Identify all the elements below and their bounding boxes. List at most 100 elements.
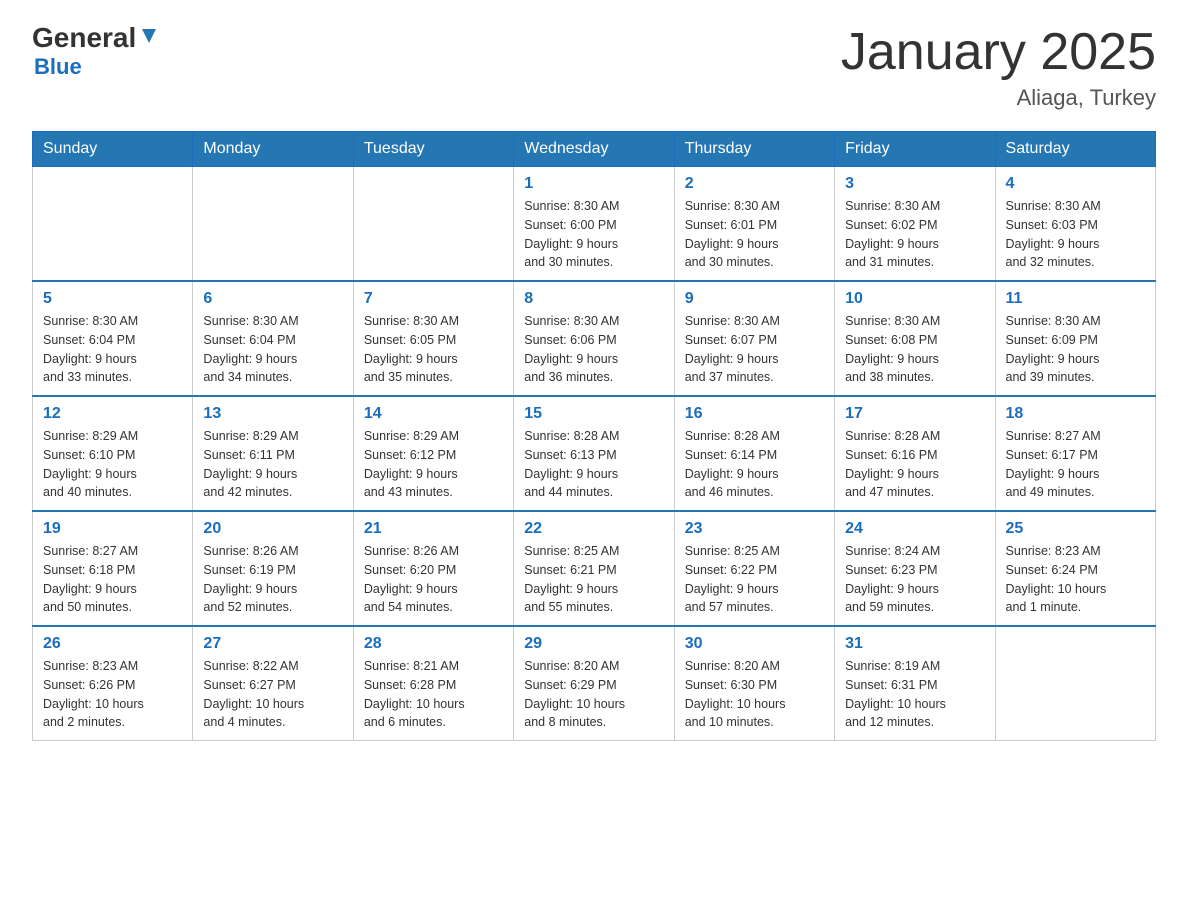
calendar-cell: 19 Sunrise: 8:27 AM Sunset: 6:18 PM Dayli… xyxy=(33,511,193,626)
day-info: Sunrise: 8:30 AM Sunset: 6:04 PM Dayligh… xyxy=(203,312,342,387)
day-info: Sunrise: 8:20 AM Sunset: 6:30 PM Dayligh… xyxy=(685,657,824,732)
calendar-header-thursday: Thursday xyxy=(674,132,834,167)
calendar-cell: 14 Sunrise: 8:29 AM Sunset: 6:12 PM Dayli… xyxy=(353,396,513,511)
day-number: 2 xyxy=(685,175,824,193)
calendar-week-row: 12 Sunrise: 8:29 AM Sunset: 6:10 PM Dayli… xyxy=(33,396,1156,511)
calendar-cell: 16 Sunrise: 8:28 AM Sunset: 6:14 PM Dayli… xyxy=(674,396,834,511)
logo-general: General xyxy=(32,24,136,52)
calendar-cell: 25 Sunrise: 8:23 AM Sunset: 6:24 PM Dayli… xyxy=(995,511,1155,626)
day-info: Sunrise: 8:25 AM Sunset: 6:22 PM Dayligh… xyxy=(685,542,824,617)
calendar-cell xyxy=(33,167,193,282)
day-number: 7 xyxy=(364,290,503,308)
calendar-cell: 4 Sunrise: 8:30 AM Sunset: 6:03 PM Daylig… xyxy=(995,167,1155,282)
day-info: Sunrise: 8:30 AM Sunset: 6:03 PM Dayligh… xyxy=(1006,197,1145,272)
day-number: 27 xyxy=(203,635,342,653)
calendar-week-row: 1Sunrise: 8:30 AM Sunset: 6:00 PM Daylig… xyxy=(33,167,1156,282)
day-info: Sunrise: 8:29 AM Sunset: 6:12 PM Dayligh… xyxy=(364,427,503,502)
day-info: Sunrise: 8:30 AM Sunset: 6:09 PM Dayligh… xyxy=(1006,312,1145,387)
day-number: 6 xyxy=(203,290,342,308)
day-number: 12 xyxy=(43,405,182,423)
day-number: 11 xyxy=(1006,290,1145,308)
day-info: Sunrise: 8:27 AM Sunset: 6:17 PM Dayligh… xyxy=(1006,427,1145,502)
calendar-cell: 24Sunrise: 8:24 AM Sunset: 6:23 PM Dayli… xyxy=(835,511,995,626)
day-number: 4 xyxy=(1006,175,1145,193)
day-number: 3 xyxy=(845,175,984,193)
day-number: 15 xyxy=(524,405,663,423)
day-number: 31 xyxy=(845,635,984,653)
day-number: 13 xyxy=(203,405,342,423)
day-number: 16 xyxy=(685,405,824,423)
calendar-cell: 23 Sunrise: 8:25 AM Sunset: 6:22 PM Dayli… xyxy=(674,511,834,626)
day-number: 20 xyxy=(203,520,342,538)
day-info: Sunrise: 8:22 AM Sunset: 6:27 PM Dayligh… xyxy=(203,657,342,732)
calendar-table: SundayMondayTuesdayWednesdayThursdayFrid… xyxy=(32,131,1156,741)
day-number: 5 xyxy=(43,290,182,308)
day-info: Sunrise: 8:30 AM Sunset: 6:00 PM Dayligh… xyxy=(524,197,663,272)
calendar-week-row: 19 Sunrise: 8:27 AM Sunset: 6:18 PM Dayli… xyxy=(33,511,1156,626)
calendar-cell: 21Sunrise: 8:26 AM Sunset: 6:20 PM Dayli… xyxy=(353,511,513,626)
day-info: Sunrise: 8:19 AM Sunset: 6:31 PM Dayligh… xyxy=(845,657,984,732)
logo: General Blue xyxy=(32,24,160,80)
calendar-header-saturday: Saturday xyxy=(995,132,1155,167)
day-number: 9 xyxy=(685,290,824,308)
calendar-cell xyxy=(353,167,513,282)
day-info: Sunrise: 8:30 AM Sunset: 6:04 PM Dayligh… xyxy=(43,312,182,387)
day-info: Sunrise: 8:21 AM Sunset: 6:28 PM Dayligh… xyxy=(364,657,503,732)
day-info: Sunrise: 8:28 AM Sunset: 6:16 PM Dayligh… xyxy=(845,427,984,502)
day-number: 8 xyxy=(524,290,663,308)
day-number: 19 xyxy=(43,520,182,538)
calendar-cell: 20 Sunrise: 8:26 AM Sunset: 6:19 PM Dayli… xyxy=(193,511,353,626)
day-info: Sunrise: 8:30 AM Sunset: 6:08 PM Dayligh… xyxy=(845,312,984,387)
day-number: 10 xyxy=(845,290,984,308)
calendar-cell: 3Sunrise: 8:30 AM Sunset: 6:02 PM Daylig… xyxy=(835,167,995,282)
calendar-cell: 15Sunrise: 8:28 AM Sunset: 6:13 PM Dayli… xyxy=(514,396,674,511)
calendar-cell: 17 Sunrise: 8:28 AM Sunset: 6:16 PM Dayli… xyxy=(835,396,995,511)
calendar-cell: 29Sunrise: 8:20 AM Sunset: 6:29 PM Dayli… xyxy=(514,626,674,741)
day-info: Sunrise: 8:20 AM Sunset: 6:29 PM Dayligh… xyxy=(524,657,663,732)
calendar-header-row: SundayMondayTuesdayWednesdayThursdayFrid… xyxy=(33,132,1156,167)
day-info: Sunrise: 8:30 AM Sunset: 6:05 PM Dayligh… xyxy=(364,312,503,387)
calendar-cell: 2 Sunrise: 8:30 AM Sunset: 6:01 PM Daylig… xyxy=(674,167,834,282)
calendar-cell: 5 Sunrise: 8:30 AM Sunset: 6:04 PM Daylig… xyxy=(33,281,193,396)
calendar-cell: 9 Sunrise: 8:30 AM Sunset: 6:07 PM Daylig… xyxy=(674,281,834,396)
calendar-cell xyxy=(995,626,1155,741)
calendar-header-monday: Monday xyxy=(193,132,353,167)
day-info: Sunrise: 8:28 AM Sunset: 6:14 PM Dayligh… xyxy=(685,427,824,502)
day-number: 26 xyxy=(43,635,182,653)
day-number: 23 xyxy=(685,520,824,538)
calendar-cell: 28 Sunrise: 8:21 AM Sunset: 6:28 PM Dayli… xyxy=(353,626,513,741)
calendar-cell: 12 Sunrise: 8:29 AM Sunset: 6:10 PM Dayli… xyxy=(33,396,193,511)
calendar-cell xyxy=(193,167,353,282)
page-subtitle: Aliaga, Turkey xyxy=(841,85,1156,111)
page-title: January 2025 xyxy=(841,24,1156,81)
calendar-cell: 27 Sunrise: 8:22 AM Sunset: 6:27 PM Dayli… xyxy=(193,626,353,741)
calendar-cell: 18 Sunrise: 8:27 AM Sunset: 6:17 PM Dayli… xyxy=(995,396,1155,511)
calendar-cell: 31 Sunrise: 8:19 AM Sunset: 6:31 PM Dayli… xyxy=(835,626,995,741)
calendar-cell: 10 Sunrise: 8:30 AM Sunset: 6:08 PM Dayli… xyxy=(835,281,995,396)
day-info: Sunrise: 8:23 AM Sunset: 6:24 PM Dayligh… xyxy=(1006,542,1145,617)
day-info: Sunrise: 8:30 AM Sunset: 6:07 PM Dayligh… xyxy=(685,312,824,387)
day-number: 28 xyxy=(364,635,503,653)
calendar-week-row: 26 Sunrise: 8:23 AM Sunset: 6:26 PM Dayli… xyxy=(33,626,1156,741)
calendar-header-sunday: Sunday xyxy=(33,132,193,167)
day-info: Sunrise: 8:30 AM Sunset: 6:01 PM Dayligh… xyxy=(685,197,824,272)
title-section: January 2025 Aliaga, Turkey xyxy=(841,24,1156,111)
day-info: Sunrise: 8:29 AM Sunset: 6:10 PM Dayligh… xyxy=(43,427,182,502)
day-info: Sunrise: 8:26 AM Sunset: 6:20 PM Dayligh… xyxy=(364,542,503,617)
day-number: 25 xyxy=(1006,520,1145,538)
day-info: Sunrise: 8:23 AM Sunset: 6:26 PM Dayligh… xyxy=(43,657,182,732)
calendar-header-wednesday: Wednesday xyxy=(514,132,674,167)
day-number: 18 xyxy=(1006,405,1145,423)
calendar-cell: 8 Sunrise: 8:30 AM Sunset: 6:06 PM Daylig… xyxy=(514,281,674,396)
calendar-cell: 1Sunrise: 8:30 AM Sunset: 6:00 PM Daylig… xyxy=(514,167,674,282)
day-info: Sunrise: 8:26 AM Sunset: 6:19 PM Dayligh… xyxy=(203,542,342,617)
calendar-cell: 6 Sunrise: 8:30 AM Sunset: 6:04 PM Daylig… xyxy=(193,281,353,396)
calendar-header-tuesday: Tuesday xyxy=(353,132,513,167)
day-info: Sunrise: 8:30 AM Sunset: 6:06 PM Dayligh… xyxy=(524,312,663,387)
logo-triangle-icon xyxy=(138,25,160,47)
day-info: Sunrise: 8:27 AM Sunset: 6:18 PM Dayligh… xyxy=(43,542,182,617)
day-number: 17 xyxy=(845,405,984,423)
day-number: 24 xyxy=(845,520,984,538)
day-number: 14 xyxy=(364,405,503,423)
calendar-cell: 26 Sunrise: 8:23 AM Sunset: 6:26 PM Dayli… xyxy=(33,626,193,741)
